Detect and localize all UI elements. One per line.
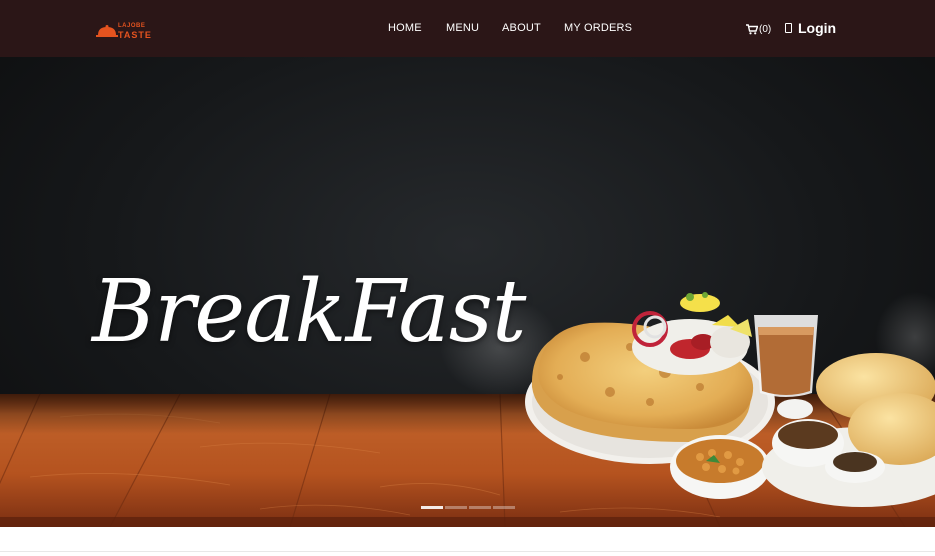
- user-icon: [785, 23, 792, 33]
- navbar: LAJOBE TASTE HOME MENU ABOUT MY ORDERS (…: [0, 0, 935, 57]
- carousel-indicators: [421, 506, 515, 510]
- cart-button[interactable]: (0): [746, 22, 771, 36]
- nav-menu-link[interactable]: MENU: [446, 22, 479, 34]
- carousel-indicator[interactable]: [421, 506, 443, 509]
- carousel-indicator[interactable]: [445, 506, 467, 509]
- hero-carousel: BreakFast: [0, 57, 935, 527]
- divider: [0, 551, 935, 552]
- cart-icon: [746, 23, 758, 34]
- hero-title: BreakFast: [92, 262, 526, 362]
- nav-home-link[interactable]: HOME: [388, 22, 422, 34]
- nav-about-link[interactable]: ABOUT: [502, 22, 541, 34]
- carousel-indicator[interactable]: [493, 506, 515, 509]
- cart-count: (0): [759, 23, 772, 35]
- nav-my-orders-link[interactable]: MY ORDERS: [564, 22, 632, 34]
- login-button[interactable]: Login: [785, 19, 836, 37]
- login-label: Login: [798, 20, 837, 36]
- carousel-indicator[interactable]: [469, 506, 491, 509]
